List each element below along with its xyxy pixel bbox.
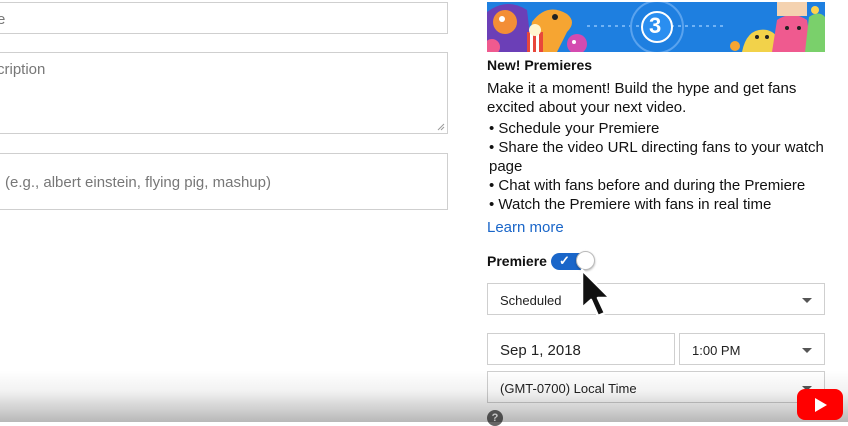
bullet-chat: • Chat with fans before and during the P… [489, 177, 806, 194]
play-icon [815, 398, 827, 412]
bullet-share-url: • Share the video URL directing fans to … [489, 139, 824, 175]
description-textarea[interactable]: cription [0, 52, 448, 134]
premiere-toggle-label: Premiere [487, 253, 547, 269]
help-icon[interactable]: ? [487, 410, 503, 426]
check-icon: ✓ [559, 253, 570, 268]
premieres-heading: New! Premieres [487, 57, 593, 73]
bullet-schedule: • Schedule your Premiere [489, 120, 660, 137]
chevron-down-icon [802, 348, 812, 353]
resize-grip-icon[interactable] [437, 123, 445, 131]
tags-placeholder: (e.g., albert einstein, flying pig, mash… [5, 174, 271, 191]
mouse-pointer-icon [580, 268, 612, 318]
timezone-select-value: (GMT-0700) Local Time [500, 381, 637, 396]
premiere-schedule-select[interactable]: Scheduled [487, 283, 825, 315]
chevron-down-icon [802, 298, 812, 303]
bullet-watch: • Watch the Premiere with fans in real t… [489, 196, 772, 213]
timezone-select[interactable]: (GMT-0700) Local Time [487, 371, 825, 403]
description-placeholder: cription [0, 61, 46, 78]
title-input[interactable]: e [0, 2, 448, 34]
time-select-value: 1:00 PM [692, 343, 741, 358]
premiere-date-input[interactable]: Sep 1, 2018 [487, 333, 675, 365]
youtube-logo-icon[interactable] [797, 389, 843, 420]
date-value: Sep 1, 2018 [500, 342, 581, 359]
schedule-select-value: Scheduled [500, 293, 562, 308]
title-placeholder: e [0, 11, 6, 28]
premieres-banner-image: 3 [487, 2, 825, 52]
learn-more-link[interactable]: Learn more [487, 219, 564, 236]
premiere-time-select[interactable]: 1:00 PM [679, 333, 825, 365]
premieres-description: Make it a moment! Build the hype and get… [487, 80, 797, 116]
tags-input[interactable]: (e.g., albert einstein, flying pig, mash… [0, 153, 448, 210]
countdown-number: 3 [649, 13, 662, 38]
